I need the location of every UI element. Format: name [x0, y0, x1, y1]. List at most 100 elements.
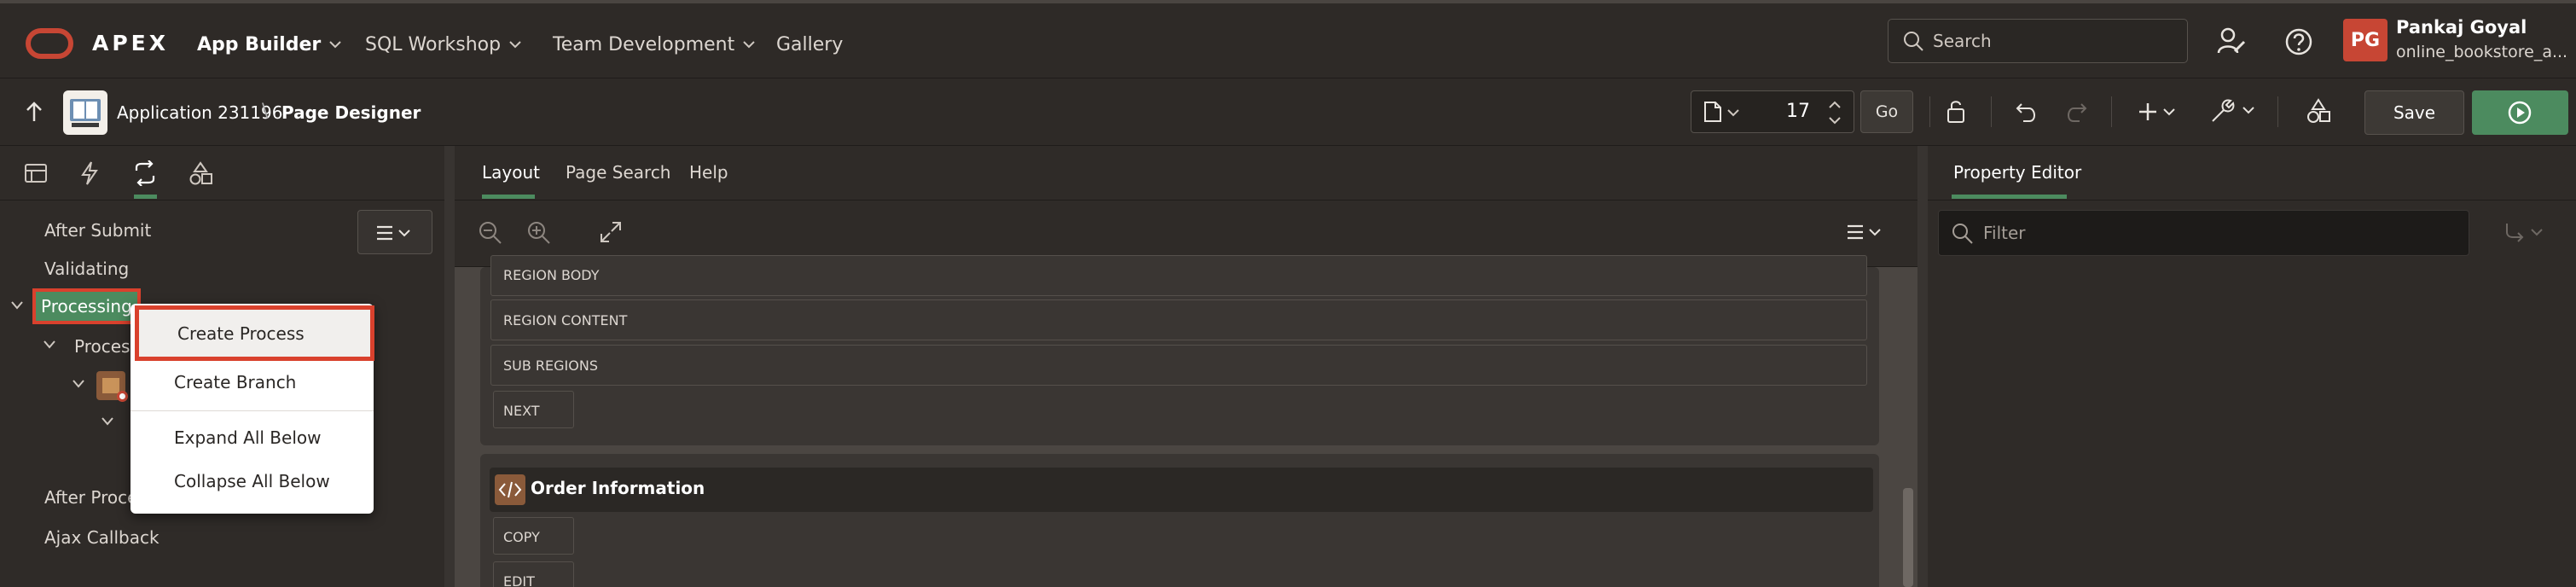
dynamic-actions-tab-icon[interactable]	[80, 160, 99, 186]
processing-tab-icon[interactable]	[132, 160, 158, 186]
page-title: Page Designer	[281, 102, 421, 123]
tab-layout[interactable]: Layout	[482, 162, 540, 183]
scrollbar-thumb[interactable]	[1903, 488, 1913, 587]
apex-brand[interactable]: APEX	[92, 31, 169, 55]
chevron-down-icon	[329, 41, 341, 49]
layout-menu-icon[interactable]	[1846, 224, 1887, 241]
pane-splitter[interactable]	[444, 146, 455, 587]
menu-app-builder[interactable]: App Builder	[197, 31, 341, 58]
active-tab-indicator	[134, 195, 157, 199]
position-label: EDIT	[503, 573, 535, 587]
page-stepper-icon[interactable]	[1826, 98, 1843, 127]
position-region-content[interactable]	[490, 299, 1867, 340]
active-tab-indicator	[1952, 195, 2067, 199]
developer-tools-icon[interactable]	[2216, 26, 2247, 56]
breadcrumb-separator: \	[262, 101, 269, 122]
breadcrumb-application[interactable]: Application 231196	[117, 102, 282, 123]
tree-node-processes[interactable]: Process	[74, 336, 139, 357]
tab-help[interactable]: Help	[689, 162, 728, 183]
go-button[interactable]: Go	[1860, 90, 1913, 133]
menu-item-create-process[interactable]: Create Process	[135, 305, 374, 361]
user-workspace[interactable]: online_bookstore_a...	[2396, 43, 2567, 61]
position-label: NEXT	[503, 403, 540, 419]
error-badge	[117, 391, 128, 402]
position-label: REGION CONTENT	[503, 312, 628, 328]
global-search-input[interactable]: Search	[1888, 19, 2188, 63]
shared-components-tab-icon[interactable]	[188, 160, 213, 186]
book-icon	[70, 99, 101, 127]
application-icon[interactable]	[63, 90, 107, 135]
page-number-input[interactable]: 17	[1786, 101, 1810, 122]
rendering-tab-icon[interactable]	[24, 162, 48, 184]
arrow-up-icon[interactable]	[24, 101, 44, 123]
menu-gallery[interactable]: Gallery	[776, 31, 843, 58]
left-pane-tabs	[0, 146, 444, 201]
zoom-out-icon[interactable]	[478, 220, 503, 246]
expand-icon[interactable]	[599, 220, 623, 244]
region-title: Order Information	[531, 478, 705, 498]
search-icon	[1904, 32, 1923, 51]
lock-page-icon[interactable]	[1945, 99, 1970, 125]
search-icon	[1952, 224, 1973, 244]
property-filter-input[interactable]: Filter	[1938, 210, 2469, 256]
chevron-down-icon	[1727, 109, 1739, 117]
top-navigation-bar: APEX App Builder SQL Workshop Team Devel…	[0, 0, 2576, 78]
menu-label: Team Development	[553, 33, 735, 55]
menu-item-collapse-all-below[interactable]: Collapse All Below	[174, 471, 330, 491]
menu-item-create-branch[interactable]: Create Branch	[174, 372, 296, 392]
toolbar-divider	[2111, 96, 2112, 127]
filter-placeholder: Filter	[1983, 223, 2026, 243]
redo-icon[interactable]	[2063, 99, 2088, 125]
search-placeholder: Search	[1933, 31, 1992, 51]
run-page-button[interactable]	[2472, 90, 2568, 135]
menu-label: App Builder	[197, 33, 322, 55]
code-icon	[495, 474, 525, 505]
tree-node-validating[interactable]: Validating	[44, 259, 129, 279]
go-to-group-icon[interactable]	[2503, 220, 2548, 244]
avatar[interactable]: PG	[2343, 19, 2387, 61]
help-icon[interactable]	[2284, 27, 2313, 56]
undo-icon[interactable]	[2015, 99, 2040, 125]
chevron-down-icon[interactable]	[72, 379, 85, 389]
page-icon	[1704, 102, 1721, 122]
save-button[interactable]: Save	[2364, 90, 2464, 135]
shared-components-icon[interactable]	[2305, 97, 2332, 125]
oracle-logo-icon[interactable]	[26, 28, 73, 59]
create-menu-icon[interactable]	[2139, 101, 2180, 123]
center-pane-tabs	[455, 146, 1917, 201]
tab-property-editor[interactable]: Property Editor	[1953, 162, 2081, 183]
menu-team-development[interactable]: Team Development	[553, 31, 755, 58]
tree-menu-button[interactable]	[357, 210, 432, 254]
chevron-down-icon	[509, 41, 521, 49]
tab-page-search[interactable]: Page Search	[566, 162, 671, 183]
menu-item-expand-all-below[interactable]: Expand All Below	[174, 427, 321, 448]
menu-label: Gallery	[776, 33, 844, 55]
tree-node-after-submit[interactable]: After Submit	[44, 220, 151, 241]
menu-sql-workshop[interactable]: SQL Workshop	[365, 31, 521, 58]
chevron-down-icon[interactable]	[43, 340, 56, 350]
utilities-wrench-icon[interactable]	[2209, 97, 2259, 125]
play-icon	[2508, 101, 2532, 125]
position-label: COPY	[503, 529, 540, 545]
tree-node-ajax-callback[interactable]: Ajax Callback	[44, 527, 160, 548]
position-label: SUB REGIONS	[503, 357, 598, 374]
position-label: REGION BODY	[503, 267, 600, 283]
code-brackets-icon	[498, 481, 522, 498]
toolbar-divider	[1929, 96, 1930, 127]
page-selector[interactable]	[1691, 90, 1854, 133]
menu-label: SQL Workshop	[365, 33, 502, 55]
menu-divider	[131, 410, 374, 411]
toolbar-divider	[2277, 96, 2278, 127]
tree-node-processing[interactable]: Processing	[32, 288, 141, 324]
zoom-in-icon[interactable]	[526, 220, 552, 246]
position-sub-regions[interactable]	[490, 345, 1867, 386]
chevron-down-icon[interactable]	[101, 416, 114, 427]
chevron-down-icon[interactable]	[10, 300, 24, 311]
active-tab-indicator	[482, 195, 535, 199]
pane-splitter[interactable]	[1917, 146, 1928, 587]
menu-lines-icon	[377, 225, 410, 241]
user-name[interactable]: Pankaj Goyal	[2396, 17, 2527, 38]
position-region-body[interactable]	[490, 255, 1867, 296]
menu-item-label: Create Process	[177, 323, 305, 344]
toolbar-divider	[1991, 96, 1992, 127]
